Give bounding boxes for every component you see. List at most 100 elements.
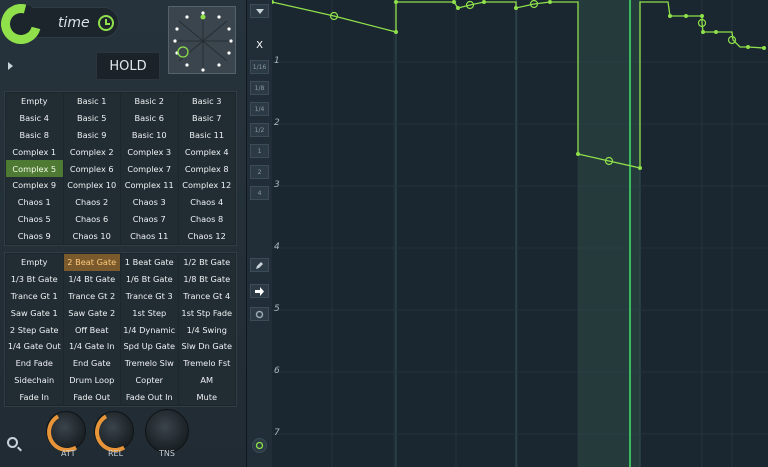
preset-chaos-10[interactable]: Chaos 10 (63, 227, 120, 245)
att-knob[interactable] (42, 407, 92, 457)
preset-gate-1st-stp-fade[interactable]: 1st Stp Fade (178, 304, 235, 322)
preset-basic-5[interactable]: Basic 5 (63, 109, 120, 127)
preset-gate-off-beat[interactable]: Off Beat (63, 321, 120, 338)
preset-chaos-2[interactable]: Chaos 2 (63, 193, 120, 211)
preset-gate-1st-step[interactable]: 1st Step (121, 304, 178, 322)
preset-gate-1-4-gate-out[interactable]: 1/4 Gate Out (6, 337, 63, 355)
envelope-canvas[interactable] (270, 0, 768, 467)
preset-gate-trance-gt-2[interactable]: Trance Gt 2 (63, 287, 120, 305)
preset-gate-fade-in[interactable]: Fade In (6, 388, 63, 406)
preset-basic-4[interactable]: Basic 4 (6, 109, 63, 127)
preset-gate-end-gate[interactable]: End Gate (63, 354, 120, 372)
preset-gate-1-6-bt-gate[interactable]: 1/6 Bt Gate (121, 270, 178, 288)
preset-complex-7[interactable]: Complex 7 (121, 160, 178, 177)
preset-complex-11[interactable]: Complex 11 (121, 176, 178, 194)
preset-chaos-6[interactable]: Chaos 6 (63, 210, 120, 228)
preset-chaos-12[interactable]: Chaos 12 (178, 227, 235, 245)
hold-button[interactable]: HOLD (96, 52, 160, 80)
preset-gate-1-2-bt-gate[interactable]: 1/2 Bt Gate (178, 254, 235, 271)
dropdown-button[interactable] (250, 4, 269, 18)
preset-gate-copter[interactable]: Copter (121, 371, 178, 389)
preset-chaos-5[interactable]: Chaos 5 (6, 210, 63, 228)
att-knob-label: ATT (61, 449, 76, 458)
edit-mode-button[interactable] (250, 258, 269, 272)
zoom-button-1-16[interactable]: 1/16 (250, 60, 269, 74)
preset-gate-mute[interactable]: Mute (178, 388, 235, 406)
arrow-mode-button[interactable] (250, 284, 269, 298)
preset-basic-2[interactable]: Basic 2 (121, 93, 178, 110)
preset-gate-1-4-gate-in[interactable]: 1/4 Gate In (63, 337, 120, 355)
close-button[interactable]: X (250, 37, 269, 53)
zoom-button-1[interactable]: 1 (250, 144, 269, 158)
preset-gate-trance-gt-3[interactable]: Trance Gt 3 (121, 287, 178, 305)
time-toggle[interactable]: time (0, 0, 119, 52)
search-icon[interactable] (7, 437, 18, 448)
preset-gate-end-fade[interactable]: End Fade (6, 354, 63, 372)
preset-gate-tremelo-fst[interactable]: Tremelo Fst (178, 354, 235, 372)
preset-basic-1[interactable]: Basic 1 (63, 93, 120, 110)
preset-gate-1-8-bt-gate[interactable]: 1/8 Bt Gate (178, 270, 235, 288)
preset-complex-4[interactable]: Complex 4 (178, 143, 235, 161)
preset-basic-10[interactable]: Basic 10 (121, 126, 178, 144)
preset-basic-6[interactable]: Basic 6 (121, 109, 178, 127)
preset-basic-8[interactable]: Basic 8 (6, 126, 63, 144)
tns-knob[interactable] (145, 409, 189, 453)
zoom-button-1-4[interactable]: 1/4 (250, 102, 269, 116)
preset-gate-slw-dn-gate[interactable]: Slw Dn Gate (178, 337, 235, 355)
preset-complex-9[interactable]: Complex 9 (6, 176, 63, 194)
preset-gate-empty[interactable]: Empty (6, 254, 63, 271)
preset-complex-12[interactable]: Complex 12 (178, 176, 235, 194)
clock-icon[interactable] (98, 15, 114, 31)
preset-chaos-7[interactable]: Chaos 7 (121, 210, 178, 228)
left-panel: time HOLD Empty Basic 1 Basic 2 Basic 3 … (0, 0, 246, 467)
preset-gate-2-beat-gate[interactable]: 2 Beat Gate (63, 254, 120, 271)
preset-basic-3[interactable]: Basic 3 (178, 93, 235, 110)
pencil-icon (256, 261, 263, 269)
preset-gate-sidechain[interactable]: Sidechain (6, 371, 63, 389)
preset-gate-trance-gt-1[interactable]: Trance Gt 1 (6, 287, 63, 305)
preset-chaos-9[interactable]: Chaos 9 (6, 227, 63, 245)
preset-gate-tremelo-slw[interactable]: Tremelo Slw (121, 354, 178, 372)
preset-complex-2[interactable]: Complex 2 (63, 143, 120, 161)
preset-gate-trance-gt-4[interactable]: Trance Gt 4 (178, 287, 235, 305)
power-button[interactable] (252, 438, 267, 453)
preset-chaos-1[interactable]: Chaos 1 (6, 193, 63, 211)
preset-basic-7[interactable]: Basic 7 (178, 109, 235, 127)
preset-gate-fade-out[interactable]: Fade Out (63, 388, 120, 406)
preset-chaos-8[interactable]: Chaos 8 (178, 210, 235, 228)
settings-button[interactable] (250, 307, 269, 321)
rel-knob[interactable] (90, 407, 140, 457)
preset-gate-drum-loop[interactable]: Drum Loop (63, 371, 120, 389)
preset-gate-1-4-dynamic[interactable]: 1/4 Dynamic (121, 321, 178, 338)
preset-chaos-4[interactable]: Chaos 4 (178, 193, 235, 211)
preset-gate-1-3-bt-gate[interactable]: 1/3 Bt Gate (6, 270, 63, 288)
zoom-button-1-8[interactable]: 1/8 (250, 81, 269, 95)
preset-gate-1-4-bt-gate[interactable]: 1/4 Bt Gate (63, 270, 120, 288)
preset-complex-10[interactable]: Complex 10 (63, 176, 120, 194)
preset-gate-1-beat-gate[interactable]: 1 Beat Gate (121, 254, 178, 271)
preset-basic-11[interactable]: Basic 11 (178, 126, 235, 144)
zoom-button-2[interactable]: 2 (250, 165, 269, 179)
preset-gate-am[interactable]: AM (178, 371, 235, 389)
preset-empty[interactable]: Empty (6, 93, 63, 110)
preset-gate-fade-out-in[interactable]: Fade Out In (121, 388, 178, 406)
preset-gate-saw-gate-2[interactable]: Saw Gate 2 (63, 304, 120, 322)
preset-complex-1[interactable]: Complex 1 (6, 143, 63, 161)
preset-gate-1-4-swing[interactable]: 1/4 Swing (178, 321, 235, 338)
zoom-button-4[interactable]: 4 (250, 186, 269, 200)
preset-basic-9[interactable]: Basic 9 (63, 126, 120, 144)
navigation-wheel[interactable] (168, 6, 236, 74)
zoom-button-1-2[interactable]: 1/2 (250, 123, 269, 137)
expand-arrow-icon[interactable] (8, 62, 13, 70)
preset-complex-5[interactable]: Complex 5 (6, 160, 63, 177)
preset-gate-spd-up-gate[interactable]: Spd Up Gate (121, 337, 178, 355)
preset-chaos-3[interactable]: Chaos 3 (121, 193, 178, 211)
envelope-graph[interactable]: 1 2 3 4 5 6 7 (270, 0, 768, 467)
preset-complex-3[interactable]: Complex 3 (121, 143, 178, 161)
y-tick-4: 4 (274, 242, 280, 252)
preset-gate-2-step-gate[interactable]: 2 Step Gate (6, 321, 63, 338)
preset-chaos-11[interactable]: Chaos 11 (121, 227, 178, 245)
preset-complex-6[interactable]: Complex 6 (63, 160, 120, 177)
preset-gate-saw-gate-1[interactable]: Saw Gate 1 (6, 304, 63, 322)
preset-complex-8[interactable]: Complex 8 (178, 160, 235, 177)
